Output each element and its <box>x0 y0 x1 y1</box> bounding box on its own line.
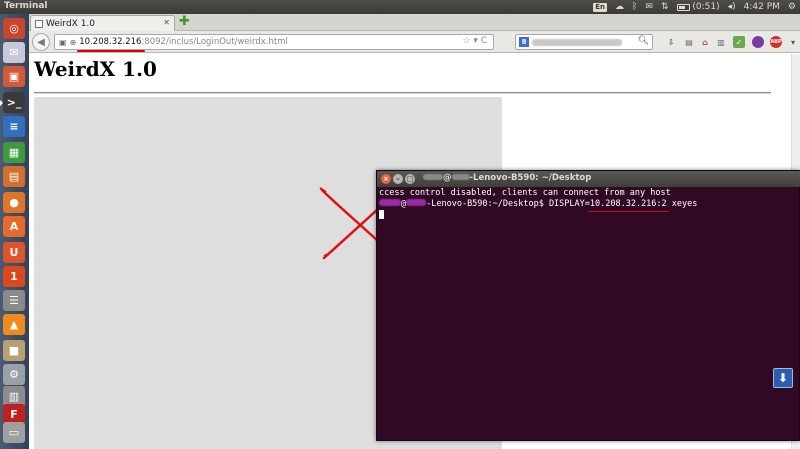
terminal-line-access: ccess control disabled, clients can conn… <box>379 188 671 198</box>
minimize-window-icon[interactable]: – <box>393 174 403 184</box>
bluetooth-icon[interactable]: ᛒ <box>632 2 637 12</box>
url-bar[interactable]: ▣ ⊕ 10.208.32.216:8092/inclus/LoginOut/w… <box>54 34 494 52</box>
clock[interactable]: 4:42 PM <box>744 2 780 12</box>
tab-title: WeirdX 1.0 <box>46 18 96 29</box>
active-app-title: Terminal <box>4 1 48 11</box>
launcher-ubuntu-one-icon[interactable]: U <box>3 242 25 263</box>
addon-purple-icon[interactable] <box>752 36 764 48</box>
adblock-plus-icon[interactable]: ABP <box>770 36 782 48</box>
close-window-icon[interactable]: × <box>381 174 391 184</box>
back-button[interactable]: ◀ <box>32 33 50 51</box>
bookmark-star-icon[interactable]: ☆ ▾ C <box>462 36 487 46</box>
battery-icon <box>676 3 690 11</box>
google-search-engine-icon[interactable]: 8 <box>519 37 529 47</box>
battery-time: (0:51) <box>692 2 720 12</box>
screenshot-icon[interactable]: ▤ <box>683 36 695 48</box>
horizontal-rule <box>34 92 771 94</box>
launcher-notes-app-icon[interactable]: ☰ <box>3 290 25 311</box>
mail-icon[interactable]: ✉ <box>645 2 653 12</box>
redacted-user <box>423 174 443 180</box>
page-heading: WeirdX 1.0 <box>34 57 157 81</box>
redacted-host <box>451 174 470 180</box>
url-path: :8092/inclus/LoginOut/weirdx.html <box>141 37 288 47</box>
download-icon[interactable]: ⇩ <box>665 36 677 48</box>
top-panel: Terminal En ☁ ᛒ ✉ ⇅ (0:51) ◂) 4:42 PM ⚙ <box>0 0 800 14</box>
terminal-prompt-line: @ -Lenovo-B590:~/Desktop$ DISPLAY=10.208.… <box>379 199 797 210</box>
launcher-trash-icon[interactable]: ▭ <box>3 422 25 443</box>
launcher-pidgin-icon[interactable]: ✉ <box>3 42 25 63</box>
terminal-title: @ -Lenovo-B590: ~/Desktop <box>423 173 591 183</box>
keyboard-layout-indicator[interactable]: En <box>593 2 608 12</box>
tab-bar: WeirdX 1.0 ✕ ✚ <box>29 14 800 31</box>
globe-icon: ⊕ <box>69 37 77 47</box>
terminal-window[interactable]: × – □ @ -Lenovo-B590: ~/Desktop ccess con… <box>376 170 800 441</box>
page-favicon-icon <box>35 19 43 28</box>
back-arrow-icon: ◀ <box>37 36 45 48</box>
navigation-toolbar: ◀ ▣ ⊕ 10.208.32.216:8092/inclus/LoginOut… <box>29 31 800 53</box>
maximize-window-icon[interactable]: □ <box>405 174 415 184</box>
launcher-vlc-icon[interactable]: ▲ <box>3 314 25 335</box>
redacted-host-prompt <box>406 199 427 206</box>
launcher-firefox-icon[interactable]: ● <box>3 192 25 213</box>
tab-weirdx[interactable]: WeirdX 1.0 ✕ <box>30 15 175 31</box>
display-value: 10.208.32.216:2 <box>589 199 667 209</box>
home-icon[interactable]: ⌂ <box>699 36 711 48</box>
launcher-system-settings-icon[interactable]: ⚙ <box>3 364 25 385</box>
unity-launcher: ◎ ✉ ▣ >_ ≡ ▦ ▤ ● A U 1 ☰ ▲ ■ ⚙ ▥ F ▭ <box>0 14 29 449</box>
launcher-dash-home-icon[interactable]: ◎ <box>3 18 25 39</box>
command-tail: xeyes <box>666 199 698 209</box>
search-icon[interactable]: 🔍︎ <box>638 36 649 46</box>
network-icon[interactable]: ⇅ <box>661 2 669 12</box>
launcher-terminal-icon[interactable]: >_ <box>0 92 25 113</box>
launcher-libreoffice-impress-icon[interactable]: ▤ <box>3 166 25 187</box>
menu-icon[interactable]: ▾ <box>787 36 799 48</box>
launcher-ubuntu-one-2-icon[interactable]: 1 <box>3 266 25 287</box>
launcher-media-player-icon[interactable]: ▣ <box>3 66 25 87</box>
battery-indicator[interactable]: (0:51) <box>676 2 720 12</box>
launcher-software-center-icon[interactable]: A <box>3 216 25 237</box>
gear-icon[interactable]: ⚙ <box>788 2 796 12</box>
terminal-title-suffix: -Lenovo-B590: ~/Desktop <box>469 173 592 183</box>
url-host: 10.208.32.216 <box>77 37 146 52</box>
text-cursor <box>379 210 384 219</box>
new-tab-button[interactable]: ✚ <box>179 15 191 28</box>
terminal-output[interactable]: ccess control disabled, clients can conn… <box>379 188 797 222</box>
launcher-libreoffice-writer-icon[interactable]: ≡ <box>3 116 25 137</box>
search-text-redacted <box>532 38 622 46</box>
redacted-user-prompt <box>379 199 401 206</box>
launcher-libreoffice-calc-icon[interactable]: ▦ <box>3 142 25 163</box>
cloud-icon[interactable]: ☁ <box>615 2 624 12</box>
addon-icon[interactable]: ▥ <box>715 36 727 48</box>
search-bar[interactable]: 8 🔍︎ <box>515 34 653 50</box>
prompt-text: -Lenovo-B590:~/Desktop$ DISPLAY= <box>426 199 590 209</box>
terminal-titlebar[interactable]: × – □ @ -Lenovo-B590: ~/Desktop <box>377 171 800 187</box>
page-identity-icon[interactable]: ▣ <box>59 38 67 47</box>
panel-indicators: En ☁ ᛒ ✉ ⇅ (0:51) ◂) 4:42 PM ⚙ <box>593 0 796 14</box>
addon-green-icon[interactable]: ✓ <box>733 36 745 48</box>
launcher-archive-manager-icon[interactable]: ■ <box>3 340 25 361</box>
close-tab-icon[interactable]: ✕ <box>163 18 170 27</box>
volume-icon[interactable]: ◂) <box>728 2 736 12</box>
download-arrow-icon[interactable]: ⬇ <box>773 368 793 388</box>
